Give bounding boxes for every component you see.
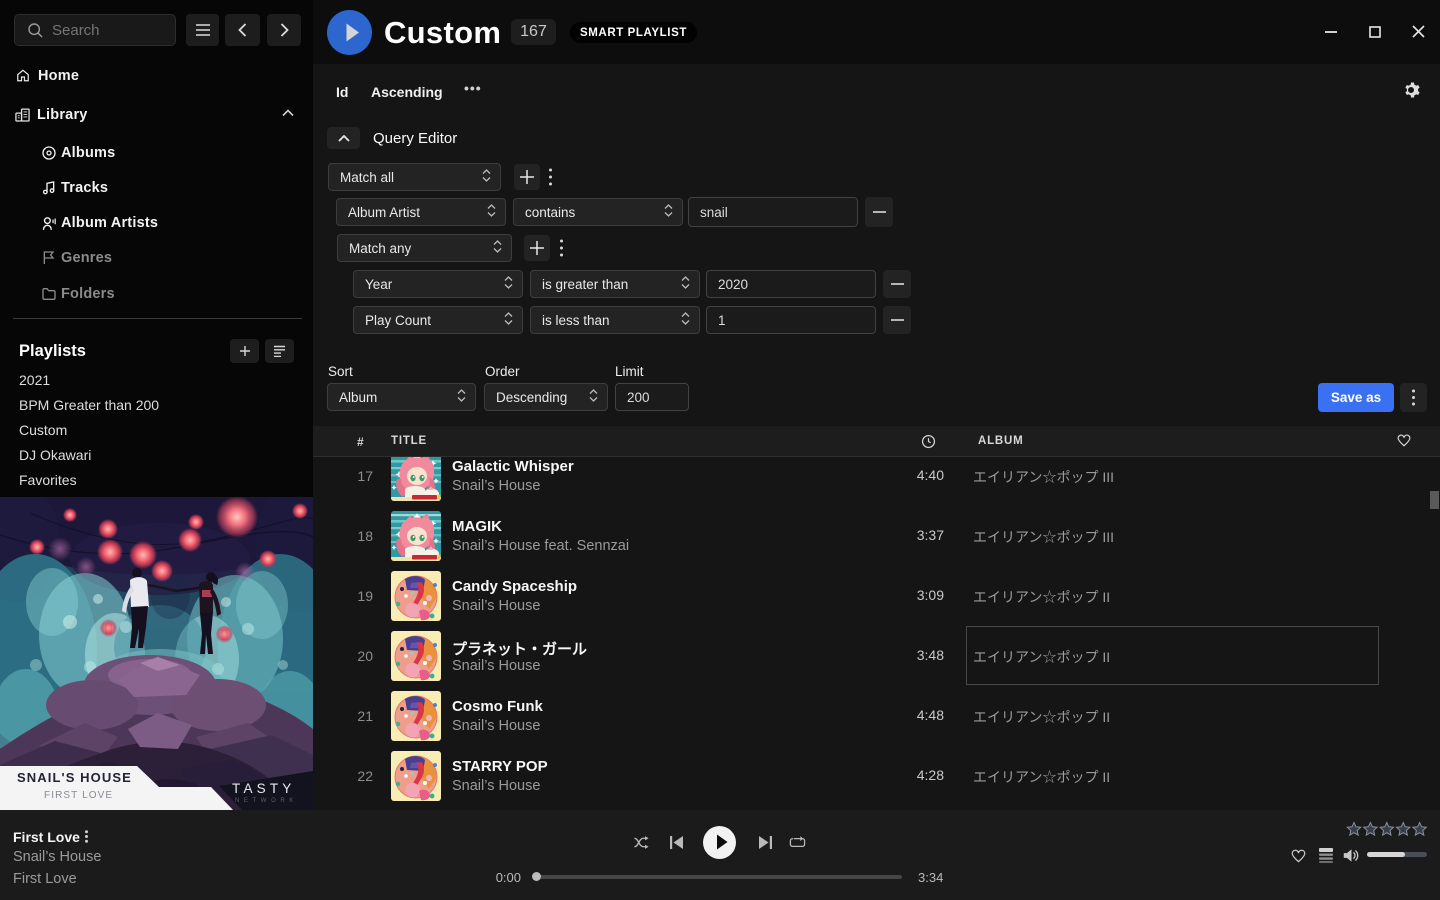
svg-text:TASTY: TASTY (232, 781, 296, 796)
svg-text:SNAIL'S HOUSE: SNAIL'S HOUSE (17, 770, 132, 785)
svg-text:FIRST LOVE: FIRST LOVE (44, 790, 113, 801)
svg-text:NETWORK: NETWORK (235, 798, 298, 804)
